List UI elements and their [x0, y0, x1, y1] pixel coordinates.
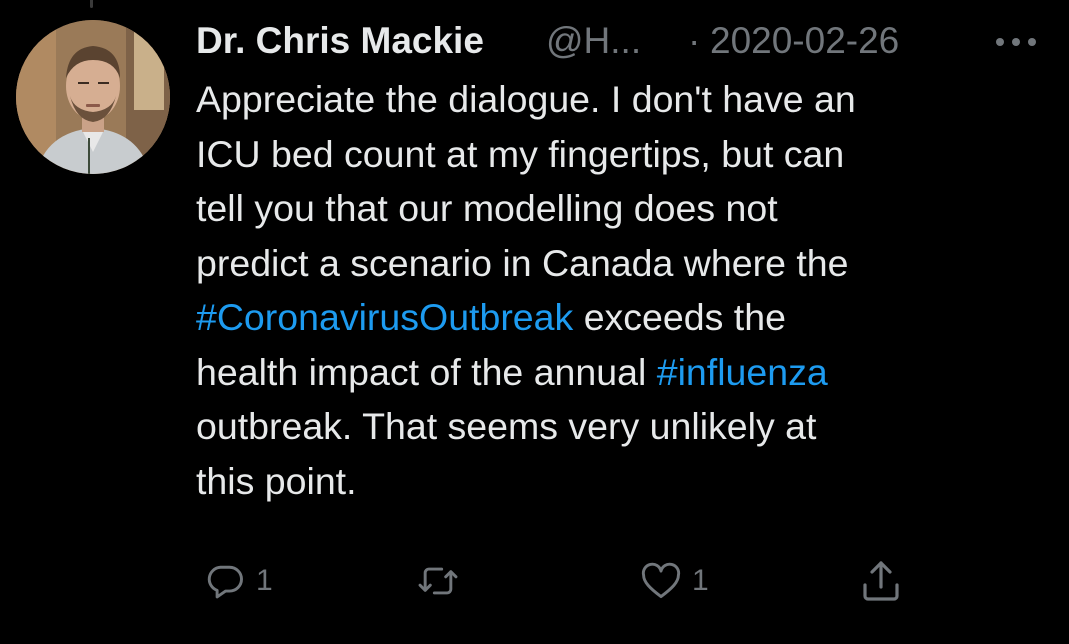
tweet-date[interactable]: 2020-02-26: [710, 14, 899, 68]
tweet-header: Dr. Chris Mackie @H... · 2020-02-26: [196, 14, 1056, 68]
header-separator: ·: [688, 20, 701, 61]
retweet-button[interactable]: [412, 556, 470, 606]
hashtag-link[interactable]: #influenza: [657, 351, 828, 393]
tweet-actions-bar: 1 1: [196, 556, 916, 606]
like-count: 1: [692, 564, 709, 597]
share-button[interactable]: [856, 556, 906, 606]
like-button[interactable]: 1: [636, 556, 709, 606]
thread-connector-line: [90, 0, 93, 8]
tweet-text-line: outbreak. That seems very unlikely at: [196, 405, 817, 447]
user-handle[interactable]: @H...: [546, 14, 641, 68]
reply-count: 1: [256, 564, 273, 597]
tweet-text-segment: health impact of the annual: [196, 350, 657, 393]
tweet-text-line: predict a scenario in Canada where the: [196, 241, 849, 284]
tweet-text-line: ICU bed count at my fingertips, but can: [196, 132, 845, 175]
retweet-icon: [418, 567, 458, 595]
avatar[interactable]: [16, 20, 170, 174]
share-icon: [863, 561, 899, 601]
hashtag-link[interactable]: #CoronavirusOutbreak: [196, 296, 573, 338]
tweet-text: Appreciate the dialogue. I don't have an…: [196, 72, 1056, 508]
tweet-content: Dr. Chris Mackie @H... · 2020-02-26 Appr…: [196, 14, 1056, 508]
more-horizontal-icon[interactable]: [996, 38, 1040, 48]
tweet-text-segment: exceeds the: [573, 296, 786, 338]
display-name[interactable]: Dr. Chris Mackie: [196, 14, 484, 68]
tweet-text-line: tell you that our modelling does not: [196, 187, 778, 229]
tweet-text-line: this point.: [196, 459, 357, 502]
profile-photo: [16, 20, 170, 174]
tweet-text-line: Appreciate the dialogue. I don't have an: [196, 78, 856, 120]
reply-button[interactable]: 1: [200, 556, 273, 606]
heart-icon: [641, 562, 681, 599]
reply-icon: [207, 565, 243, 599]
